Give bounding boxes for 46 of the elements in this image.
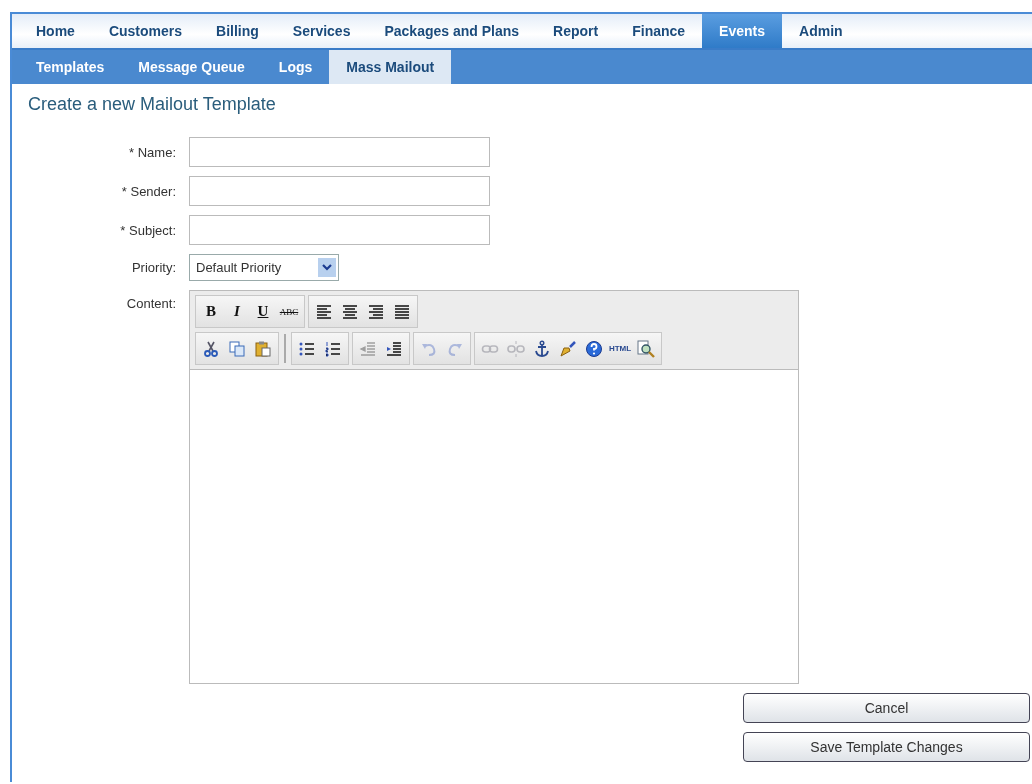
underline-button[interactable]: U <box>250 298 276 325</box>
clipboard-icon <box>254 339 272 358</box>
input-field[interactable] <box>189 215 490 245</box>
chevron-down-icon <box>322 263 332 272</box>
align-left-icon <box>315 302 333 321</box>
priority-dropdown[interactable]: Default Priority <box>189 254 339 281</box>
brush-icon <box>559 339 577 358</box>
justify-icon <box>393 302 411 321</box>
help-icon <box>585 339 603 358</box>
align-center-icon <box>341 302 359 321</box>
nav-tab[interactable]: Billing <box>199 14 276 48</box>
nav-tab[interactable]: Packages and Plans <box>367 14 537 48</box>
field-label: Content: <box>126 295 176 311</box>
sub-nav-tab[interactable]: Logs <box>261 50 330 84</box>
indent-icon <box>385 339 403 358</box>
nav-tab[interactable]: Home <box>19 14 92 48</box>
nav-tab[interactable]: Customers <box>91 14 200 48</box>
anchor-icon <box>533 339 551 358</box>
sub-nav-tab[interactable]: Templates <box>19 50 122 84</box>
nav-tab[interactable]: Services <box>275 14 368 48</box>
bold-button[interactable]: B <box>198 298 224 325</box>
italic-button[interactable]: I <box>224 298 250 325</box>
input-field[interactable] <box>189 137 490 167</box>
field-label: Priority: <box>131 260 176 275</box>
scissors-icon <box>202 339 220 358</box>
sub-nav-tab[interactable]: Mass Mailout <box>329 50 452 84</box>
input-field[interactable] <box>189 176 490 206</box>
align-right-icon <box>367 302 385 321</box>
magnifier-icon <box>637 339 655 358</box>
html-button[interactable]: HTML <box>607 335 633 362</box>
page-title: Create a new Mailout Template <box>28 94 277 115</box>
strike-button[interactable]: ABC <box>276 298 302 325</box>
outdent-icon <box>359 339 377 358</box>
nav-tab[interactable]: Events <box>702 14 783 48</box>
sub-nav-tab[interactable]: Message Queue <box>121 50 262 84</box>
nav-tab[interactable]: Admin <box>782 14 860 48</box>
nav-tab[interactable]: Finance <box>615 14 703 48</box>
field-label: * Name: <box>129 144 176 160</box>
field-label: * Subject: <box>120 222 176 238</box>
field-label: * Sender: <box>121 183 176 199</box>
nav-tab[interactable]: Report <box>536 14 616 48</box>
copy-icon <box>228 339 246 358</box>
broken-link-icon <box>507 339 525 358</box>
cancel-button[interactable]: Cancel <box>743 693 1030 723</box>
numbered-list-icon <box>324 339 342 358</box>
save-button[interactable]: Save Template Changes <box>743 732 1030 762</box>
